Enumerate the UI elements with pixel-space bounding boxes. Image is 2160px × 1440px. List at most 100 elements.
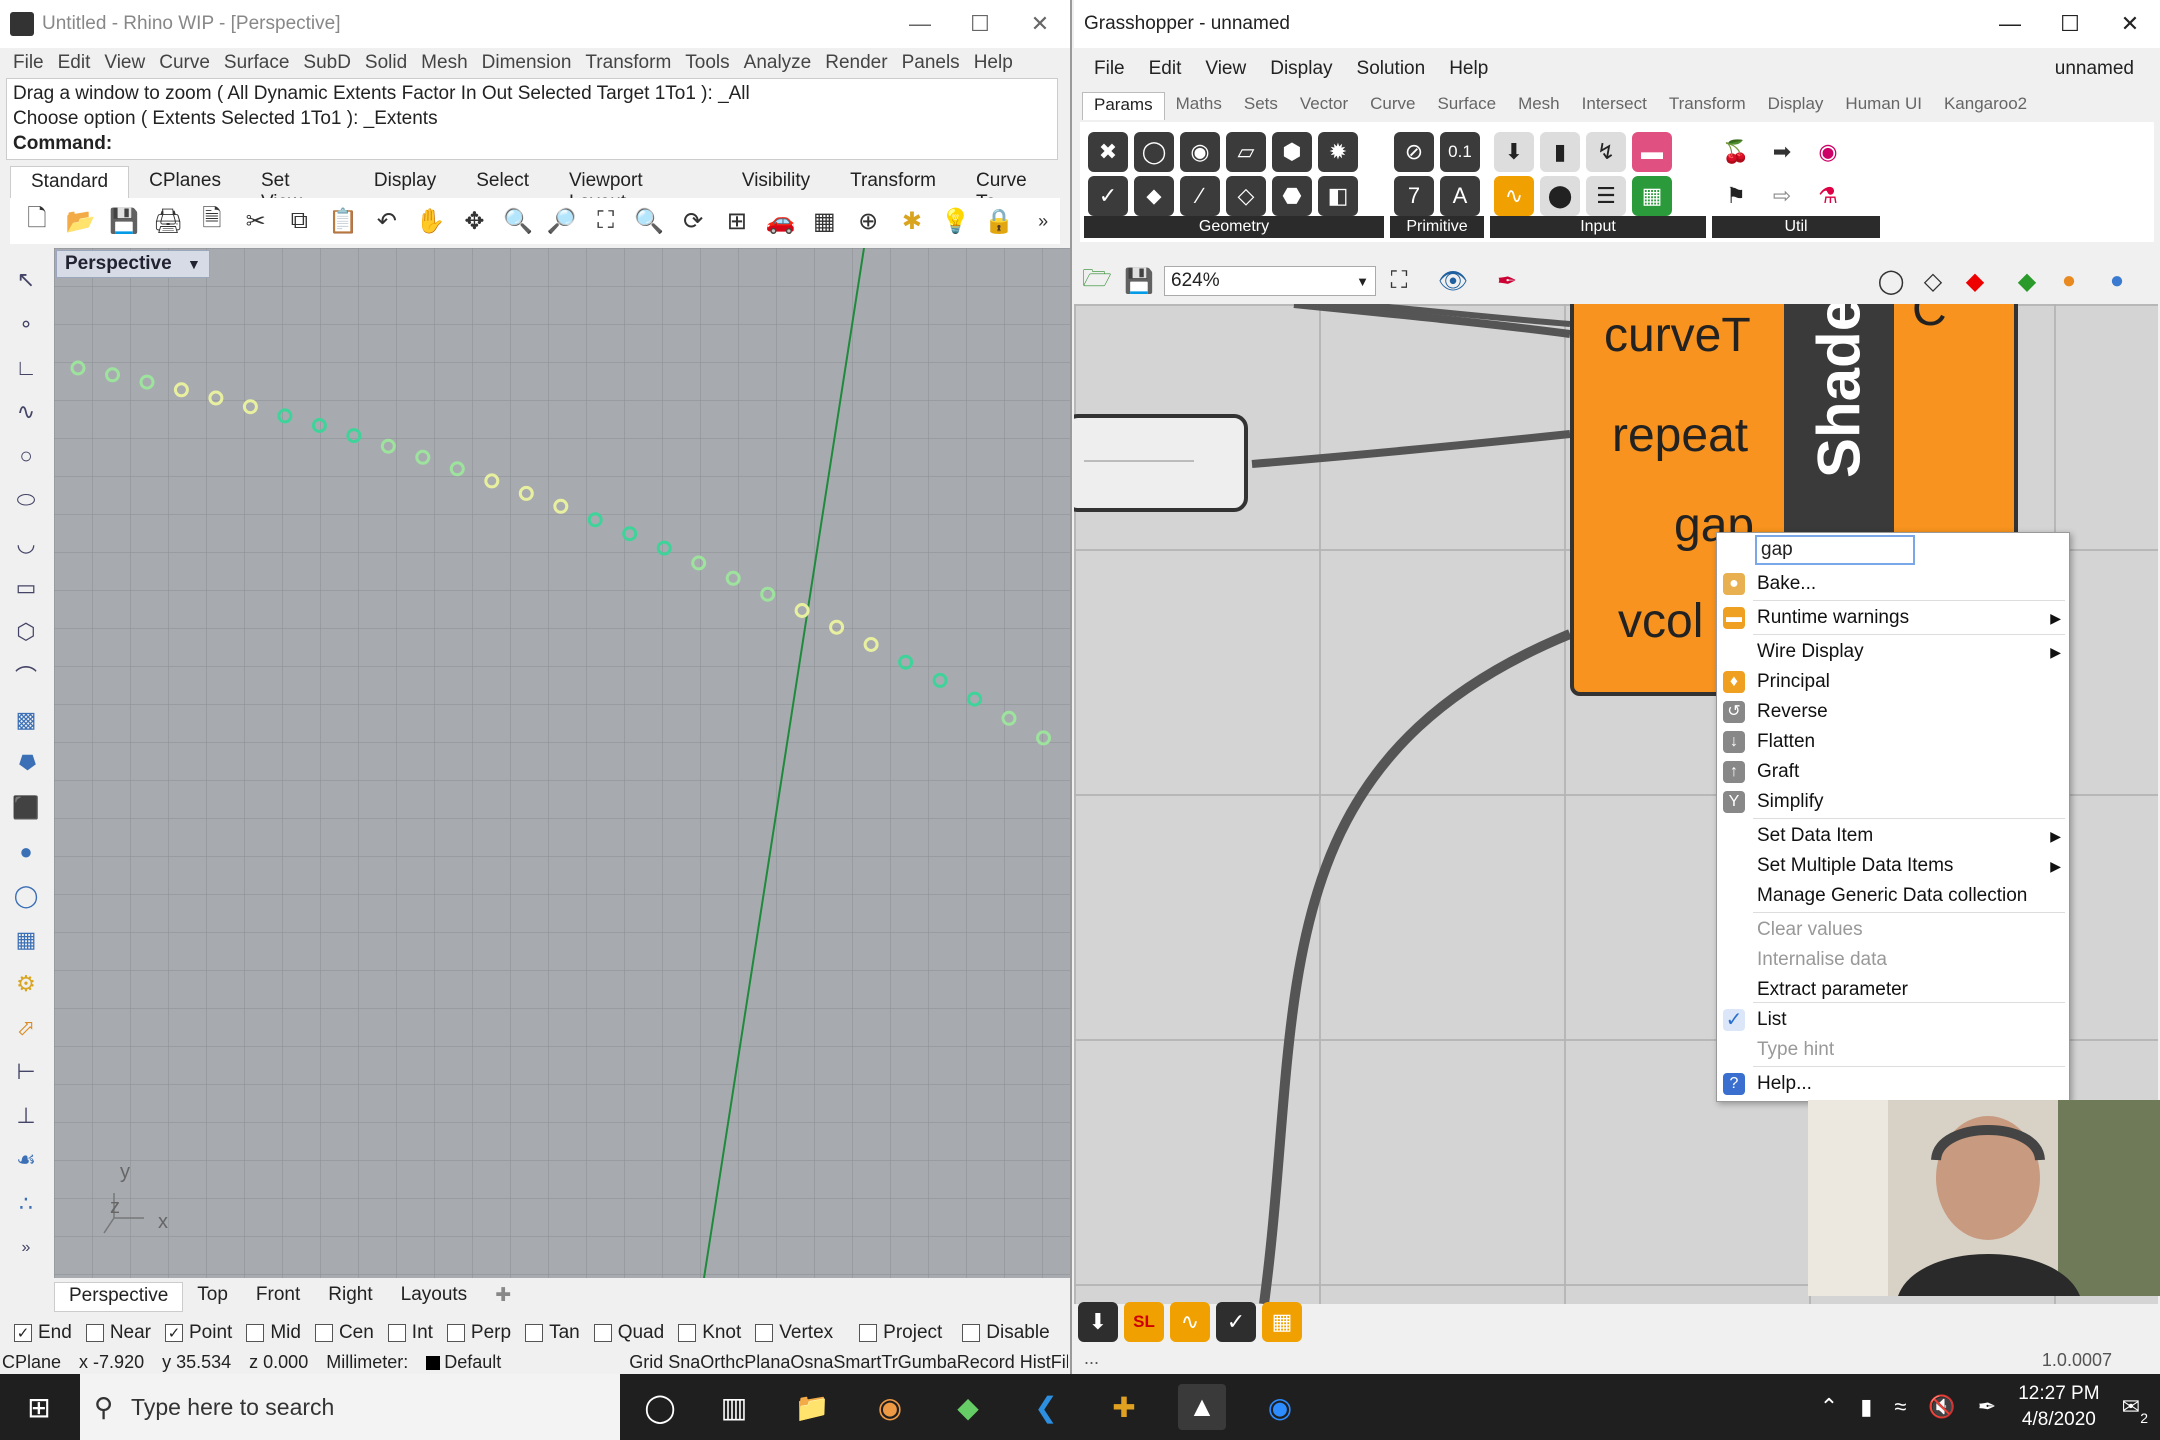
gh-save-icon[interactable]: 💾 xyxy=(1122,264,1156,298)
tab-layouts[interactable]: Layouts xyxy=(387,1282,482,1312)
param-name-input[interactable]: gap xyxy=(1755,535,1915,565)
checkbox[interactable] xyxy=(246,1324,265,1342)
polygon-icon[interactable]: ⬡ xyxy=(9,614,43,650)
point-param-icon[interactable]: ⬣ xyxy=(1272,176,1312,216)
mesh-icon[interactable]: ▦ xyxy=(9,922,43,958)
text-param-icon[interactable]: A xyxy=(1440,176,1480,216)
zoom-extents-icon[interactable]: ⛶ xyxy=(1382,264,1416,298)
cherry-picker-icon[interactable]: 🍒 xyxy=(1716,132,1756,172)
input-vcol[interactable]: vcol xyxy=(1618,594,1703,649)
bake-green-icon[interactable]: ◆ xyxy=(2010,264,2044,298)
tab-viewport-layout[interactable]: Viewport Layout xyxy=(549,166,722,213)
pan-hand-icon[interactable]: ✋ xyxy=(414,204,448,238)
gh-tab-human-ui[interactable]: Human UI xyxy=(1834,92,1933,120)
clock[interactable]: 12:27 PM 4/8/2020 xyxy=(2018,1381,2099,1433)
gh-graph-icon[interactable]: ∿ xyxy=(1170,1302,1210,1342)
checkbox-checked[interactable]: ✓ xyxy=(165,1324,183,1342)
command-area[interactable]: Drag a window to zoom ( All Dynamic Exte… xyxy=(6,78,1058,160)
curve-point[interactable] xyxy=(277,408,293,424)
add-tab-icon[interactable]: ✚ xyxy=(481,1282,525,1312)
gh-menu-help[interactable]: Help xyxy=(1437,58,1500,80)
car-render-icon[interactable]: 🚗 xyxy=(764,204,798,238)
gear-icon[interactable]: ⚙ xyxy=(9,966,43,1002)
viewport-title-tab[interactable]: Perspective ▼ xyxy=(56,250,210,278)
tab-front[interactable]: Front xyxy=(242,1282,314,1312)
menu-render[interactable]: Render xyxy=(818,52,894,74)
tab-select[interactable]: Select xyxy=(456,166,549,198)
pen-icon[interactable]: ✒ xyxy=(1978,1394,1996,1420)
import-icon[interactable]: ⬇ xyxy=(1494,132,1534,172)
curve-point[interactable] xyxy=(898,654,914,670)
menu-item-simplify[interactable]: Y Simplify xyxy=(1717,787,2069,817)
gh-grid-icon[interactable]: ▦ xyxy=(1262,1302,1302,1342)
slider-icon[interactable]: ↯ xyxy=(1586,132,1626,172)
gh-menu-view[interactable]: View xyxy=(1193,58,1258,80)
curve-point[interactable] xyxy=(139,374,155,390)
checkbox[interactable] xyxy=(962,1324,981,1342)
curve-point[interactable] xyxy=(173,382,189,398)
checkbox[interactable] xyxy=(755,1324,774,1342)
gradient-icon[interactable]: ▬ xyxy=(1632,132,1672,172)
save-icon[interactable]: 💾 xyxy=(108,204,142,238)
zoom-icon[interactable]: 🔍 xyxy=(501,204,535,238)
menu-item-bake[interactable]: ● Bake... xyxy=(1717,569,2069,599)
box-icon[interactable]: ⬛ xyxy=(9,790,43,826)
checkbox[interactable] xyxy=(446,1324,465,1342)
input-repeat[interactable]: repeat xyxy=(1612,408,1748,463)
preview-eye-icon[interactable]: 👁 xyxy=(1436,264,1470,298)
gh-maximize-button[interactable]: ☐ xyxy=(2040,0,2100,48)
toggle-icon[interactable]: ▮ xyxy=(1540,132,1580,172)
checkbox-checked[interactable]: ✓ xyxy=(14,1324,32,1342)
menu-edit[interactable]: Edit xyxy=(51,52,98,74)
gh-menu-edit[interactable]: Edit xyxy=(1137,58,1194,80)
integer-param-icon[interactable]: 7 xyxy=(1394,176,1434,216)
zoom-dropdown[interactable]: 624% ▼ xyxy=(1164,266,1376,296)
menu-item-set-multiple-data-items[interactable]: Set Multiple Data Items ▶ xyxy=(1717,851,2069,881)
gh-tab-vector[interactable]: Vector xyxy=(1289,92,1359,120)
tab-perspective[interactable]: Perspective xyxy=(54,1282,184,1312)
gh-menu-display[interactable]: Display xyxy=(1258,58,1344,80)
circle-icon[interactable]: ○ xyxy=(9,438,43,474)
curve-point[interactable] xyxy=(656,540,672,556)
color-swatch-icon[interactable]: ▦ xyxy=(1632,176,1672,216)
osnap-near[interactable]: Near xyxy=(85,1322,151,1344)
git-client-icon[interactable]: ◆ xyxy=(944,1384,992,1430)
chevron-down-icon[interactable]: ▼ xyxy=(187,256,201,272)
polyline-icon[interactable]: ∟ xyxy=(9,350,43,386)
export-icon[interactable]: 🗎 xyxy=(195,204,229,238)
vector-param-icon[interactable]: ◧ xyxy=(1318,176,1358,216)
value-list-icon[interactable]: ☰ xyxy=(1586,176,1626,216)
line-param-icon[interactable]: ∕ xyxy=(1180,176,1220,216)
print-icon[interactable]: 🖨 xyxy=(151,204,185,238)
chrome-icon[interactable]: ◉ xyxy=(866,1384,914,1430)
analyze-icon[interactable]: ⊥ xyxy=(9,1098,43,1134)
menu-panels[interactable]: Panels xyxy=(895,52,967,74)
box-param-icon[interactable]: ⬢ xyxy=(1272,132,1312,172)
checkbox[interactable] xyxy=(387,1324,406,1342)
gh-tab-display[interactable]: Display xyxy=(1757,92,1835,120)
display-sphere-icon[interactable]: ● xyxy=(2100,264,2134,298)
curve-point[interactable] xyxy=(932,672,948,688)
arc-icon[interactable]: ◡ xyxy=(9,526,43,562)
gh-tab-kangaroo2[interactable]: Kangaroo2 xyxy=(1933,92,2038,120)
osnap-int[interactable]: Int xyxy=(387,1322,433,1344)
menu-item-clear-values[interactable]: Clear values xyxy=(1717,915,2069,945)
curve-point[interactable] xyxy=(553,498,569,514)
curve-point[interactable] xyxy=(760,586,776,602)
zoom-app-icon[interactable]: ◉ xyxy=(1256,1384,1304,1430)
curve-point[interactable] xyxy=(587,512,603,528)
lock-icon[interactable]: 🔒 xyxy=(983,204,1017,238)
tab-standard[interactable]: Standard xyxy=(10,166,130,198)
material-sphere-icon[interactable]: ● xyxy=(2052,264,2086,298)
zoom-window-icon[interactable]: 🔎 xyxy=(545,204,579,238)
points-icon[interactable]: ∴ xyxy=(9,1186,43,1222)
menu-analyze[interactable]: Analyze xyxy=(737,52,819,74)
preview-wire-icon[interactable]: ◯ xyxy=(1874,264,1908,298)
osnap-mid[interactable]: Mid xyxy=(246,1322,301,1344)
curve-icon[interactable]: ∿ xyxy=(9,394,43,430)
cylinder-icon[interactable]: ◯ xyxy=(9,878,43,914)
vscode-icon[interactable]: ❮ xyxy=(1022,1384,1070,1430)
curve-point[interactable] xyxy=(967,691,983,707)
menu-item-extract-parameter[interactable]: Extract parameter xyxy=(1717,975,2069,1005)
wifi-icon[interactable]: ≈ xyxy=(1894,1394,1906,1420)
